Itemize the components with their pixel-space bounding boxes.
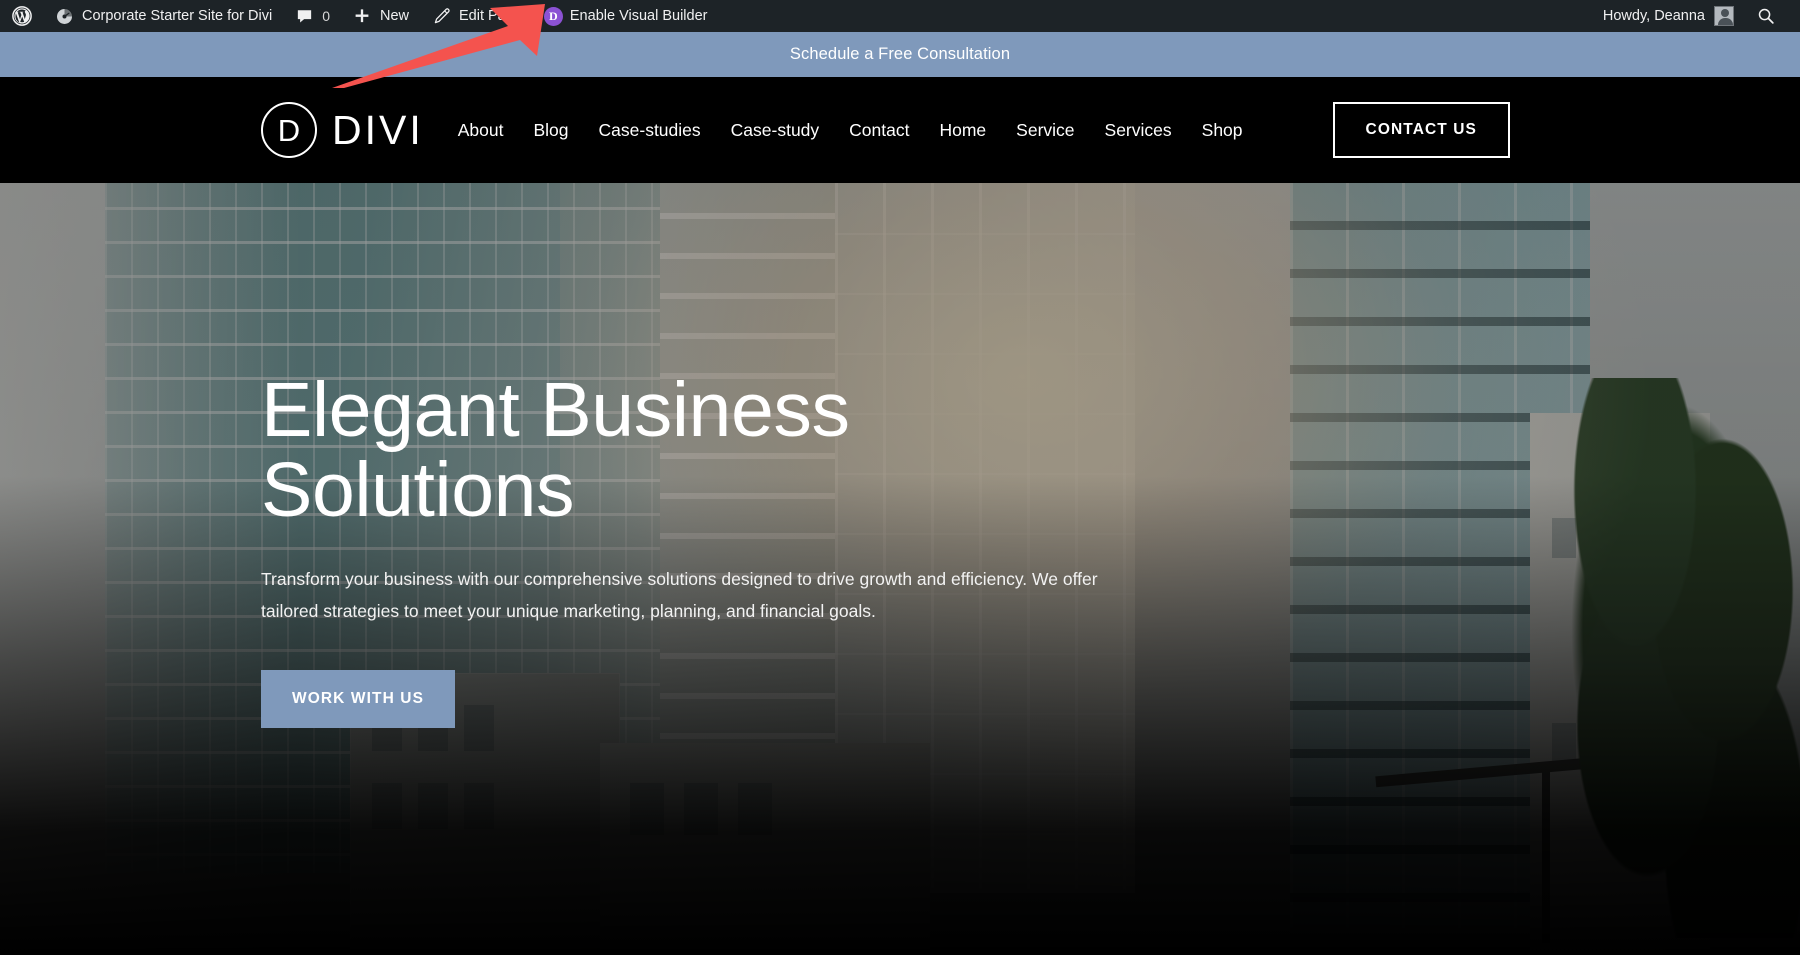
nav-item-home[interactable]: Home [939, 120, 986, 141]
primary-navigation: About Blog Case-studies Case-study Conta… [458, 120, 1243, 141]
divi-logo-mark-icon: D [261, 102, 317, 158]
pencil-icon [431, 6, 452, 27]
wordpress-logo-menu[interactable] [0, 0, 43, 32]
search-icon [1755, 6, 1776, 27]
site-name-label: Corporate Starter Site for Divi [82, 8, 273, 24]
howdy-label: Howdy, Deanna [1602, 8, 1705, 24]
new-label: New [379, 8, 409, 24]
enable-visual-builder-label: Enable Visual Builder [569, 8, 708, 24]
comment-bubble-icon [294, 6, 315, 27]
comments-menu[interactable]: 0 [283, 0, 341, 32]
nav-item-contact[interactable]: Contact [849, 120, 909, 141]
hero-heading: Elegant Business Solutions [261, 367, 850, 534]
nav-item-service[interactable]: Service [1016, 120, 1074, 141]
account-menu[interactable]: Howdy, Deanna [1594, 0, 1743, 32]
site-logo-text: DIVI [332, 106, 424, 153]
nav-item-case-studies[interactable]: Case-studies [599, 120, 701, 141]
edit-page-label: Edit Page [459, 8, 522, 24]
avatar [1714, 6, 1734, 26]
nav-item-services[interactable]: Services [1105, 120, 1172, 141]
site-header: D DIVI About Blog Case-studies Case-stud… [0, 77, 1800, 183]
contact-us-button[interactable]: CONTACT US [1332, 102, 1510, 158]
divi-logo-icon: D [543, 6, 563, 26]
admin-search-button[interactable] [1743, 0, 1786, 32]
site-logo[interactable]: D DIVI [261, 102, 424, 158]
dashboard-gauge-icon [54, 6, 75, 27]
work-with-us-button[interactable]: WORK WITH US [261, 669, 456, 728]
hero-section: Elegant Business Solutions Transform you… [0, 183, 1800, 955]
admin-bar-right-group: Howdy, Deanna [1594, 0, 1800, 32]
admin-bar-left-group: Corporate Starter Site for Divi 0 New Ed… [0, 0, 718, 32]
nav-item-shop[interactable]: Shop [1202, 120, 1243, 141]
nav-item-case-study[interactable]: Case-study [731, 120, 820, 141]
plus-icon [352, 6, 373, 27]
nav-item-about[interactable]: About [458, 120, 504, 141]
new-content-menu[interactable]: New [341, 0, 420, 32]
wp-admin-bar: Corporate Starter Site for Divi 0 New Ed… [0, 0, 1800, 32]
nav-item-blog[interactable]: Blog [533, 120, 568, 141]
announcement-banner-text[interactable]: Schedule a Free Consultation [790, 45, 1010, 64]
announcement-banner[interactable]: Schedule a Free Consultation [0, 32, 1800, 77]
enable-visual-builder-button[interactable]: D Enable Visual Builder [533, 0, 719, 32]
edit-page-button[interactable]: Edit Page [420, 0, 533, 32]
hero-paragraph: Transform your business with our compreh… [261, 569, 1098, 621]
wordpress-icon [11, 6, 32, 27]
comments-count: 0 [322, 8, 330, 24]
site-name-menu[interactable]: Corporate Starter Site for Divi [43, 0, 283, 32]
hero-content: Elegant Business Solutions Transform you… [261, 183, 1461, 955]
